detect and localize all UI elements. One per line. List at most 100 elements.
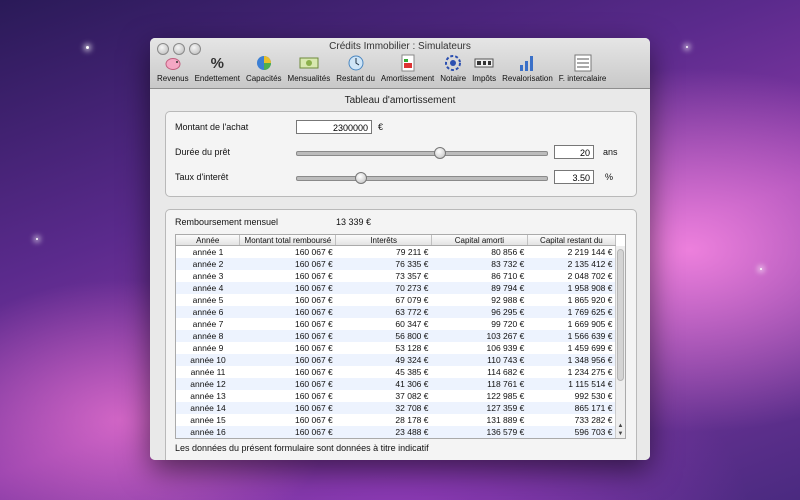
table-cell: année 2 [176, 258, 240, 270]
table-cell: 160 067 € [239, 426, 336, 438]
table-cell: 80 856 € [491, 247, 525, 257]
duration-slider-knob[interactable] [433, 147, 446, 159]
table-cell: année 8 [176, 330, 240, 342]
table-cell: 160 067 € [239, 258, 336, 270]
column-header-capital-restant[interactable]: Capital restant du [527, 235, 617, 246]
table-row[interactable]: année 9 160 067 € 53 128 € 106 939 € 1 459 6… [176, 342, 616, 354]
table-cell: année 7 [192, 319, 224, 329]
table-cell: 60 347 € [395, 319, 429, 329]
table-cell: 110 743 € [431, 354, 528, 366]
table-row[interactable]: année 5 160 067 € 67 079 € 92 988 € 1 865 92… [176, 294, 616, 306]
duration-slider[interactable] [296, 147, 548, 159]
purchase-amount-input[interactable]: 2300000 [296, 120, 372, 134]
monthly-value: 13 339 € [336, 217, 372, 227]
table-cell: 160 067 € [294, 271, 333, 281]
toolbar-impots[interactable]: Impôts [469, 53, 499, 83]
table-cell: 86 710 € [491, 271, 525, 281]
purchase-label: Montant de l'achat [175, 122, 249, 132]
table-cell: 28 178 € [395, 415, 429, 425]
table-cell: 160 067 € [239, 402, 336, 414]
table-row[interactable]: année 2 160 067 €76 335 €83 732 €2 135 41… [176, 258, 616, 270]
table-cell: 92 988 € [491, 295, 525, 305]
table-cell: 136 579 € [431, 426, 528, 438]
table-cell: 106 939 € [486, 343, 525, 353]
table-cell: 114 682 € [487, 367, 525, 377]
table-row[interactable]: année 6 160 067 €63 772 €96 295 €1 769 62… [176, 306, 616, 318]
table-cell: 1 234 275 € [567, 367, 613, 377]
table-cell: année 16 [176, 426, 240, 438]
toolbar-mensualites[interactable]: Mensualités [285, 53, 334, 83]
table-cell: 1 769 625 € [527, 306, 616, 318]
table-cell: année 4 [176, 282, 240, 294]
bar-growth-icon [517, 53, 537, 73]
column-header-capital-amorti[interactable]: Capital amorti [431, 235, 528, 246]
scroll-down-arrow-icon[interactable]: ▼ [616, 430, 625, 438]
scroll-up-arrow-icon[interactable]: ▲ [616, 422, 625, 430]
table-cell: 1 865 920 € [567, 295, 613, 305]
table-cell: 41 306 € [335, 378, 432, 390]
toolbar-notaire[interactable]: Notaire [437, 53, 469, 83]
rate-label: Taux d'interêt [175, 172, 229, 182]
monthly-label: Remboursement mensuel [175, 217, 279, 227]
column-header-annee[interactable]: Année [176, 235, 241, 246]
toolbar-restant-du[interactable]: Restant du [333, 53, 378, 83]
table-cell: 32 708 € [335, 402, 432, 414]
scrollbar-thumb[interactable] [617, 249, 624, 381]
table-cell: 2 219 144 € [567, 247, 613, 257]
table-cell: 53 128 € [395, 343, 429, 353]
table-cell: 160 067 € [294, 247, 333, 257]
table-row[interactable]: année 12 160 067 €41 306 €118 761 €1 115 … [176, 378, 616, 390]
scrollbar-arrows[interactable]: ▲ ▼ [616, 422, 625, 438]
table-row[interactable]: année 4 160 067 €70 273 €89 794 €1 958 90… [176, 282, 616, 294]
column-header-total[interactable]: Montant total remboursé [239, 235, 337, 246]
table-row[interactable]: année 7 160 067 € 60 347 € 99 720 € 1 669 90… [176, 318, 616, 330]
table-cell: 56 800 € [335, 330, 432, 342]
table-row[interactable]: année 8 160 067 €56 800 €103 267 €1 566 6… [176, 330, 616, 342]
table-row[interactable]: année 16 160 067 €23 488 €136 579 €596 70… [176, 426, 616, 438]
table-cell: 89 794 € [431, 282, 528, 294]
banknote-icon [299, 53, 319, 73]
table-cell: 1 669 905 € [567, 319, 613, 329]
clock-icon [346, 53, 366, 73]
column-header-interets[interactable]: Interêts [335, 235, 432, 246]
table-cell: 37 082 € [395, 391, 429, 401]
rate-slider-knob[interactable] [354, 172, 367, 184]
table-cell: 160 067 € [239, 354, 336, 366]
table-cell: 96 295 € [431, 306, 528, 318]
toolbar-amortissement[interactable]: Amortissement [378, 53, 437, 83]
amortization-table[interactable]: Année Montant total remboursé Interêts C… [175, 234, 626, 439]
table-scrollbar[interactable]: ▲ ▼ [615, 246, 625, 438]
table-row[interactable]: année 10 160 067 €49 324 €110 743 €1 348 … [176, 354, 616, 366]
duration-unit: ans [603, 147, 618, 157]
table-row[interactable]: année 3 160 067 € 73 357 € 86 710 € 2 048 70… [176, 270, 616, 282]
rate-input[interactable]: 3.50 [554, 170, 594, 184]
table-row[interactable]: année 15 160 067 € 28 178 € 131 889 € 733 28… [176, 414, 616, 426]
toolbar-revenus[interactable]: Revenus [154, 53, 192, 83]
table-cell: 160 067 € [239, 378, 336, 390]
table-cell: 160 067 € [239, 330, 336, 342]
table-row[interactable]: année 11 160 067 € 45 385 € 114 682 € 1 234 … [176, 366, 616, 378]
table-cell: 131 889 € [486, 415, 525, 425]
tax-icon [474, 53, 494, 73]
table-row[interactable]: année 14 160 067 €32 708 €127 359 €865 17… [176, 402, 616, 414]
table-cell: 2 135 412 € [527, 258, 616, 270]
table-cell: 83 732 € [431, 258, 528, 270]
table-row[interactable]: année 1 160 067 € 79 211 € 80 856 € 2 219 14… [176, 246, 616, 259]
duration-input[interactable]: 20 [554, 145, 594, 159]
table-row[interactable]: année 13 160 067 € 37 082 € 122 985 € 992 53… [176, 390, 616, 402]
purchase-unit: € [378, 122, 384, 132]
toolbar-f-intercalaire[interactable]: F. intercalaire [556, 53, 610, 83]
notary-seal-icon [443, 53, 463, 73]
table-cell: 160 067 € [294, 367, 333, 377]
toolbar-revalorisation[interactable]: Revalorisation [499, 53, 556, 83]
table-cell: 103 267 € [431, 330, 528, 342]
star-decoration [686, 46, 688, 48]
toolbar-endettement[interactable]: % Endettement [192, 53, 243, 84]
pie-chart-icon [254, 53, 274, 73]
results-panel: Remboursement mensuel 13 339 € Année Mon… [165, 209, 637, 460]
table-cell: 160 067 € [294, 391, 333, 401]
toolbar-capacites[interactable]: Capacités [243, 53, 285, 83]
rate-slider[interactable] [296, 172, 548, 184]
input-panel: Montant de l'achat 2300000 € Durée du pr… [165, 111, 637, 197]
main-content: Tableau d'amortissement Montant de l'ach… [150, 89, 650, 460]
